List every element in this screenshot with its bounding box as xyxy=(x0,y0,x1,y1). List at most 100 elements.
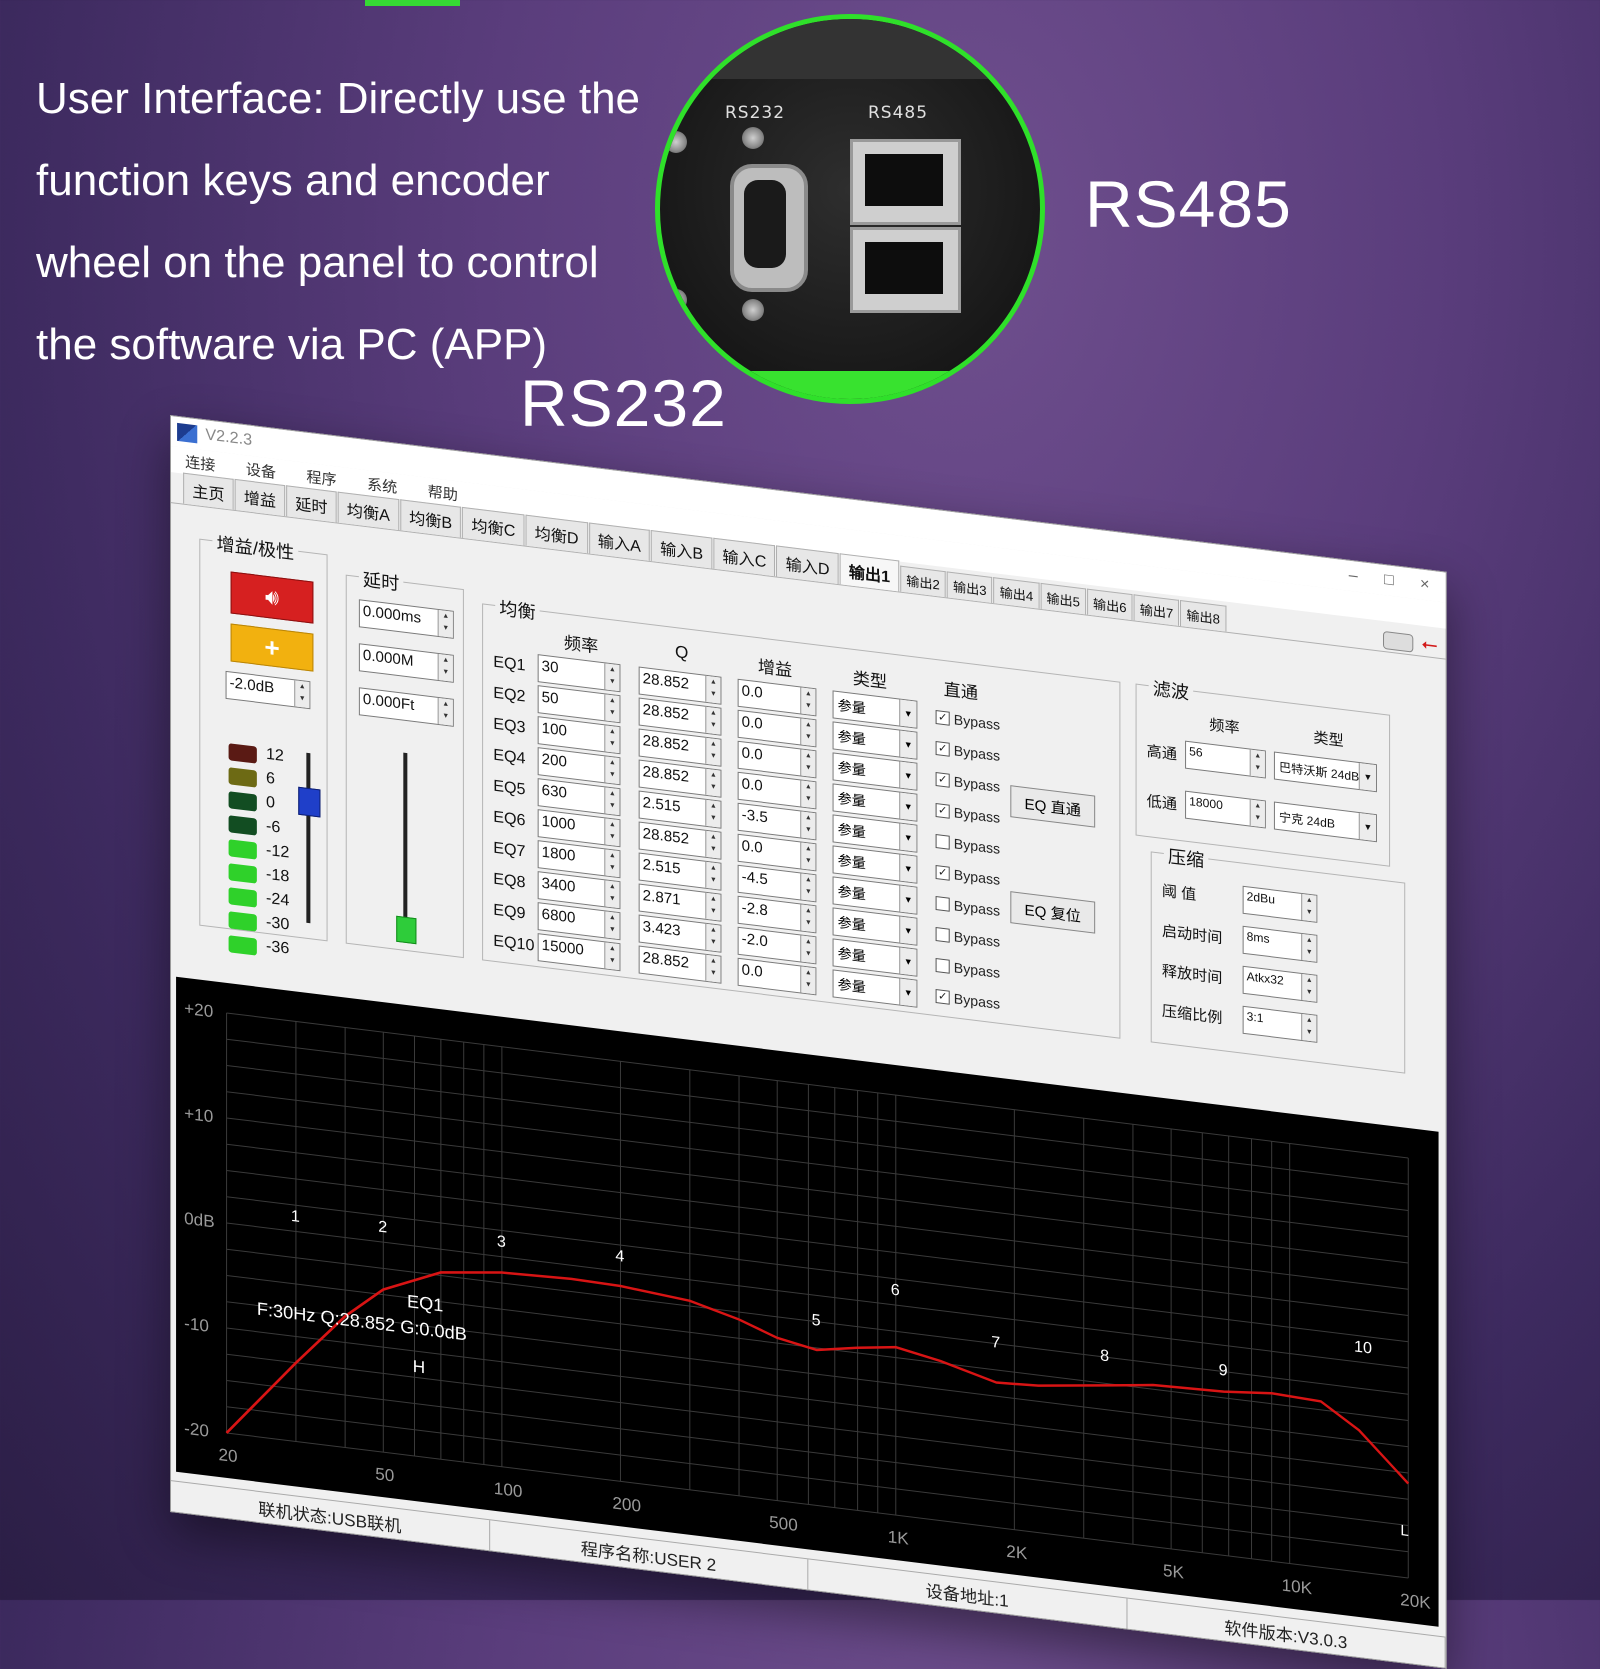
ratio-spinbox[interactable]: 3:1 ▲ ▼ xyxy=(1242,1005,1318,1043)
spin-arrows-icon[interactable]: ▲ ▼ xyxy=(604,880,620,909)
spin-arrows-icon[interactable]: ▲ ▼ xyxy=(437,609,453,638)
spin-arrows-icon[interactable]: ▲ ▼ xyxy=(705,830,721,859)
spin-arrows-icon[interactable]: ▲ ▼ xyxy=(705,706,721,735)
menu-device[interactable]: 设备 xyxy=(246,458,276,483)
eq-bypass-checkbox[interactable]: Bypass xyxy=(935,957,1000,981)
menu-system[interactable]: 系统 xyxy=(367,473,397,498)
spin-arrows-icon[interactable]: ▲ ▼ xyxy=(604,818,620,847)
spin-arrows-icon[interactable]: ▲ ▼ xyxy=(800,873,816,902)
spin-arrows-icon[interactable]: ▲ ▼ xyxy=(800,687,816,716)
tab-gain[interactable]: 增益 xyxy=(234,478,286,517)
chevron-down-icon[interactable]: ▼ xyxy=(899,699,917,728)
menu-program[interactable]: 程序 xyxy=(306,465,336,490)
spin-arrows-icon[interactable]: ▲ ▼ xyxy=(1301,933,1317,962)
gain-fader-knob[interactable] xyxy=(298,786,321,818)
spin-arrows-icon[interactable]: ▲ ▼ xyxy=(800,718,816,747)
spin-arrows-icon[interactable]: ▲ ▼ xyxy=(800,966,816,995)
spin-arrows-icon[interactable]: ▲ ▼ xyxy=(705,954,721,983)
gain-fader-track[interactable] xyxy=(306,752,311,924)
spin-arrows-icon[interactable]: ▲ ▼ xyxy=(800,811,816,840)
delay-fader-knob[interactable] xyxy=(396,915,417,945)
close-button[interactable]: × xyxy=(1420,575,1429,594)
usb-icon[interactable]: ⭠ xyxy=(1421,633,1437,658)
eq-bypass-checkbox[interactable]: ✓ Bypass xyxy=(935,802,1000,826)
chevron-down-icon[interactable]: ▼ xyxy=(899,854,917,883)
spin-arrows-icon[interactable]: ▲ ▼ xyxy=(604,663,620,692)
chevron-down-icon[interactable]: ▼ xyxy=(899,978,917,1007)
delay-ms-spinbox[interactable]: 0.000ms ▲ ▼ xyxy=(358,599,454,639)
checkbox-icon[interactable]: ✓ xyxy=(935,710,950,726)
menu-connect[interactable]: 连接 xyxy=(185,450,215,475)
checkbox-icon[interactable] xyxy=(935,834,950,850)
chevron-down-icon[interactable]: ▼ xyxy=(899,730,917,759)
spin-arrows-icon[interactable]: ▲ ▼ xyxy=(1301,973,1317,1002)
eq-bypass-checkbox[interactable]: ✓ Bypass xyxy=(935,709,1000,733)
chevron-down-icon[interactable]: ▼ xyxy=(899,792,917,821)
spin-arrows-icon[interactable]: ▲ ▼ xyxy=(705,892,721,921)
release-spinbox[interactable]: Atkx32 ▲ ▼ xyxy=(1242,965,1318,1003)
checkbox-icon[interactable]: ✓ xyxy=(935,803,950,819)
eq-reset-button[interactable]: EQ 复位 xyxy=(1010,891,1096,934)
spin-arrows-icon[interactable]: ▲ ▼ xyxy=(437,697,453,726)
spin-arrows-icon[interactable]: ▲ ▼ xyxy=(705,923,721,952)
checkbox-icon[interactable]: ✓ xyxy=(935,989,950,1005)
serial-port-icon[interactable] xyxy=(1383,630,1414,653)
chevron-down-icon[interactable]: ▼ xyxy=(899,761,917,790)
tab-home[interactable]: 主页 xyxy=(183,472,234,510)
spin-arrows-icon[interactable]: ▲ ▼ xyxy=(1301,893,1317,922)
checkbox-icon[interactable] xyxy=(935,896,950,912)
chevron-down-icon[interactable]: ▼ xyxy=(899,885,917,914)
eq-bypass-checkbox[interactable]: Bypass xyxy=(935,895,1000,919)
spin-arrows-icon[interactable]: ▲ ▼ xyxy=(604,942,620,971)
minimize-button[interactable]: – xyxy=(1349,567,1358,586)
checkbox-icon[interactable] xyxy=(935,958,950,974)
maximize-button[interactable]: □ xyxy=(1384,571,1394,590)
eq-bypass-checkbox[interactable]: ✓ Bypass xyxy=(935,740,1000,764)
eq-bypass-checkbox[interactable]: Bypass xyxy=(935,926,1000,950)
spin-arrows-icon[interactable]: ▲ ▼ xyxy=(800,904,816,933)
spin-arrows-icon[interactable]: ▲ ▼ xyxy=(604,694,620,723)
delay-m-spinbox[interactable]: 0.000M ▲ ▼ xyxy=(358,643,454,683)
spin-arrows-icon[interactable]: ▲ ▼ xyxy=(294,680,310,709)
tab-delay[interactable]: 延时 xyxy=(286,485,337,523)
mute-button[interactable]: 🔊︎ xyxy=(230,571,314,624)
chevron-down-icon[interactable]: ▼ xyxy=(1358,812,1376,842)
spin-arrows-icon[interactable]: ▲ ▼ xyxy=(800,780,816,809)
spin-arrows-icon[interactable]: ▲ ▼ xyxy=(705,861,721,890)
highpass-type-select[interactable]: 巴特沃斯 24dB ▼ xyxy=(1273,751,1377,793)
chevron-down-icon[interactable]: ▼ xyxy=(899,947,917,976)
eq-bypass-checkbox[interactable]: ✓ Bypass xyxy=(935,771,1000,795)
chevron-down-icon[interactable]: ▼ xyxy=(899,823,917,852)
spin-arrows-icon[interactable]: ▲ ▼ xyxy=(800,935,816,964)
spin-arrows-icon[interactable]: ▲ ▼ xyxy=(604,756,620,785)
lowpass-type-select[interactable]: 宁克 24dB ▼ xyxy=(1273,801,1377,843)
checkbox-icon[interactable]: ✓ xyxy=(935,772,950,788)
threshold-spinbox[interactable]: 2dBu ▲ ▼ xyxy=(1242,885,1318,923)
gain-spinbox[interactable]: -2.0dB ▲ ▼ xyxy=(225,670,311,710)
checkbox-icon[interactable]: ✓ xyxy=(935,865,950,881)
delay-fader-track[interactable] xyxy=(403,752,408,939)
spin-arrows-icon[interactable]: ▲ ▼ xyxy=(604,849,620,878)
eq-bypass-checkbox[interactable]: ✓ Bypass xyxy=(935,864,1000,888)
chevron-down-icon[interactable]: ▼ xyxy=(899,916,917,945)
checkbox-icon[interactable]: ✓ xyxy=(935,741,950,757)
eq-bypass-checkbox[interactable]: ✓ Bypass xyxy=(935,988,1000,1012)
spin-arrows-icon[interactable]: ▲ ▼ xyxy=(800,842,816,871)
spin-arrows-icon[interactable]: ▲ ▼ xyxy=(800,749,816,778)
polarity-button[interactable]: + xyxy=(230,623,314,672)
spin-arrows-icon[interactable]: ▲ ▼ xyxy=(705,737,721,766)
spin-arrows-icon[interactable]: ▲ ▼ xyxy=(604,911,620,940)
menu-help[interactable]: 帮助 xyxy=(428,480,458,505)
spin-arrows-icon[interactable]: ▲ ▼ xyxy=(1301,1013,1317,1042)
spin-arrows-icon[interactable]: ▲ ▼ xyxy=(705,768,721,797)
eq-bypass-button[interactable]: EQ 直通 xyxy=(1010,785,1096,828)
delay-ft-spinbox[interactable]: 0.000Ft ▲ ▼ xyxy=(358,687,454,727)
lowpass-freq-spinbox[interactable]: 18000 ▲ ▼ xyxy=(1185,790,1266,829)
spin-arrows-icon[interactable]: ▲ ▼ xyxy=(1249,749,1265,778)
spin-arrows-icon[interactable]: ▲ ▼ xyxy=(705,799,721,828)
attack-spinbox[interactable]: 8ms ▲ ▼ xyxy=(1242,925,1318,963)
spin-arrows-icon[interactable]: ▲ ▼ xyxy=(437,653,453,682)
spin-arrows-icon[interactable]: ▲ ▼ xyxy=(1249,799,1265,828)
eq-bypass-checkbox[interactable]: Bypass xyxy=(935,833,1000,857)
highpass-freq-spinbox[interactable]: 56 ▲ ▼ xyxy=(1185,740,1266,779)
